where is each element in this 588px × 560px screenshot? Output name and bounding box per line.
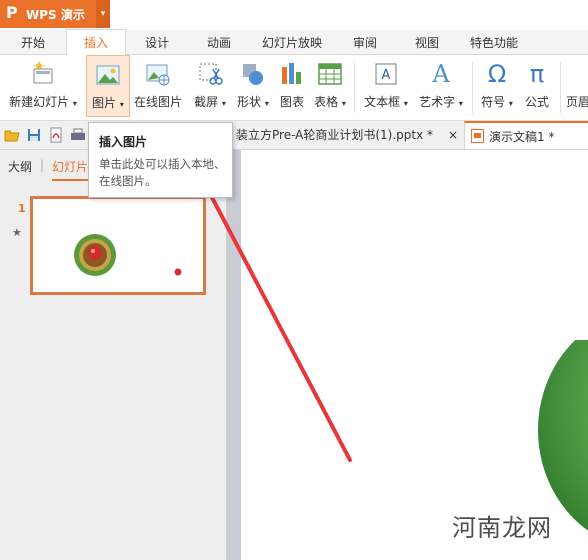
insert-picture-tooltip: 插入图片 单击此处可以插入本地、在线图片。 bbox=[88, 122, 233, 198]
red-arrow-annotation bbox=[173, 126, 352, 462]
tooltip-title: 插入图片 bbox=[99, 135, 148, 149]
tooltip-body: 单击此处可以插入本地、在线图片。 bbox=[99, 157, 226, 188]
